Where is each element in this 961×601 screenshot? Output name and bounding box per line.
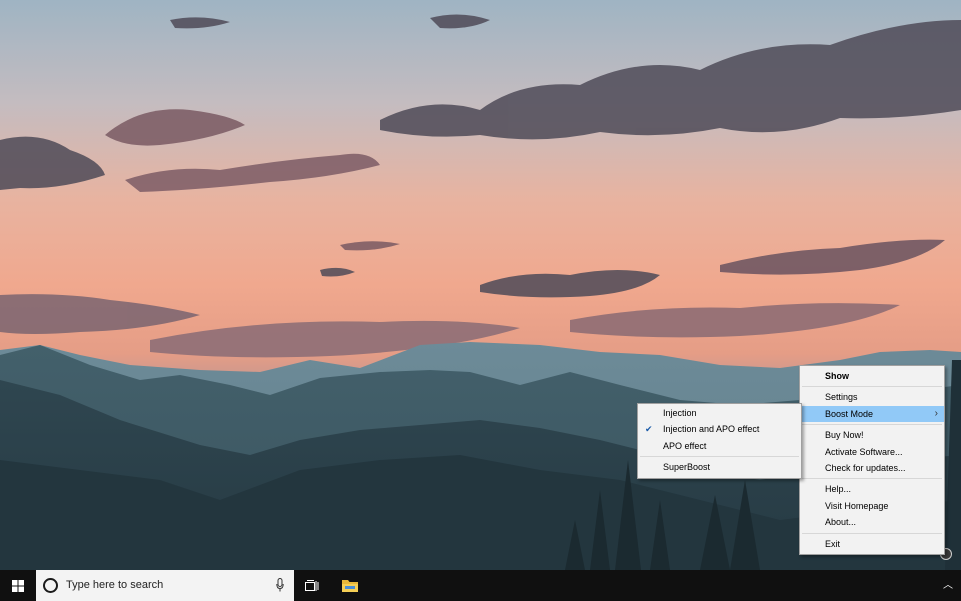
menu-item-boost-mode[interactable]: Boost Mode ›: [800, 405, 944, 423]
file-explorer-button[interactable]: [334, 570, 366, 601]
menu-item-label: Activate Software...: [825, 446, 903, 457]
menu-item-buy-now[interactable]: Buy Now!: [800, 427, 944, 443]
desktop-screen: Show Settings Boost Mode › Buy Now! Acti…: [0, 0, 961, 601]
menu-item-label: Check for updates...: [825, 462, 906, 473]
taskbar-search-box[interactable]: Type here to search: [36, 570, 294, 601]
menu-item-show[interactable]: Show: [800, 368, 944, 384]
menu-item-label: Buy Now!: [825, 430, 864, 441]
menu-separator: [640, 456, 799, 458]
folder-icon: [342, 580, 358, 592]
submenu-item-label: Injection: [663, 408, 697, 418]
menu-separator: [802, 386, 942, 388]
menu-separator: [802, 532, 942, 534]
chevron-up-icon[interactable]: ︿: [939, 570, 957, 601]
submenu-item-apo-effect[interactable]: APO effect: [638, 438, 801, 454]
menu-separator: [802, 478, 942, 480]
menu-item-label: Settings: [825, 392, 858, 403]
submenu-item-label: SuperBoost: [663, 462, 711, 473]
submenu-item-label: APO effect: [663, 440, 707, 451]
menu-item-label: About...: [825, 517, 857, 528]
checkmark-icon: ✔: [645, 424, 653, 435]
taskbar: Type here to search ︿: [0, 570, 961, 601]
menu-item-label: Help...: [825, 484, 852, 495]
menu-separator: [802, 424, 942, 426]
menu-item-label: Boost Mode: [825, 408, 874, 419]
windows-logo-icon: [12, 579, 24, 592]
submenu-item-injection[interactable]: Injection: [638, 405, 801, 421]
menu-item-settings[interactable]: Settings: [800, 389, 944, 405]
menu-item-visit-homepage[interactable]: Visit Homepage: [800, 498, 944, 514]
start-button[interactable]: [0, 570, 36, 601]
microphone-icon[interactable]: [276, 578, 284, 593]
submenu-item-superboost[interactable]: SuperBoost: [638, 459, 801, 475]
menu-item-check-for-updates[interactable]: Check for updates...: [800, 460, 944, 476]
menu-item-label: Show: [825, 371, 849, 381]
menu-item-label: Visit Homepage: [825, 500, 889, 511]
task-view-button[interactable]: [298, 570, 326, 601]
menu-item-exit[interactable]: Exit: [800, 536, 944, 552]
task-view-icon: [305, 579, 319, 591]
chevron-right-icon: ›: [934, 407, 938, 419]
submenu-item-injection-and-apo-effect[interactable]: ✔ Injection and APO effect: [638, 421, 801, 437]
menu-item-activate-software[interactable]: Activate Software...: [800, 444, 944, 460]
tray-context-menu: Show Settings Boost Mode › Buy Now! Acti…: [799, 365, 945, 555]
search-placeholder: Type here to search: [66, 579, 164, 591]
cortana-circle-icon: [43, 578, 58, 593]
menu-item-about[interactable]: About...: [800, 514, 944, 530]
submenu-item-label: Injection and APO effect: [663, 424, 760, 435]
menu-item-help[interactable]: Help...: [800, 481, 944, 497]
menu-item-label: Exit: [825, 538, 841, 549]
boost-mode-submenu: Injection ✔ Injection and APO effect APO…: [637, 403, 802, 479]
